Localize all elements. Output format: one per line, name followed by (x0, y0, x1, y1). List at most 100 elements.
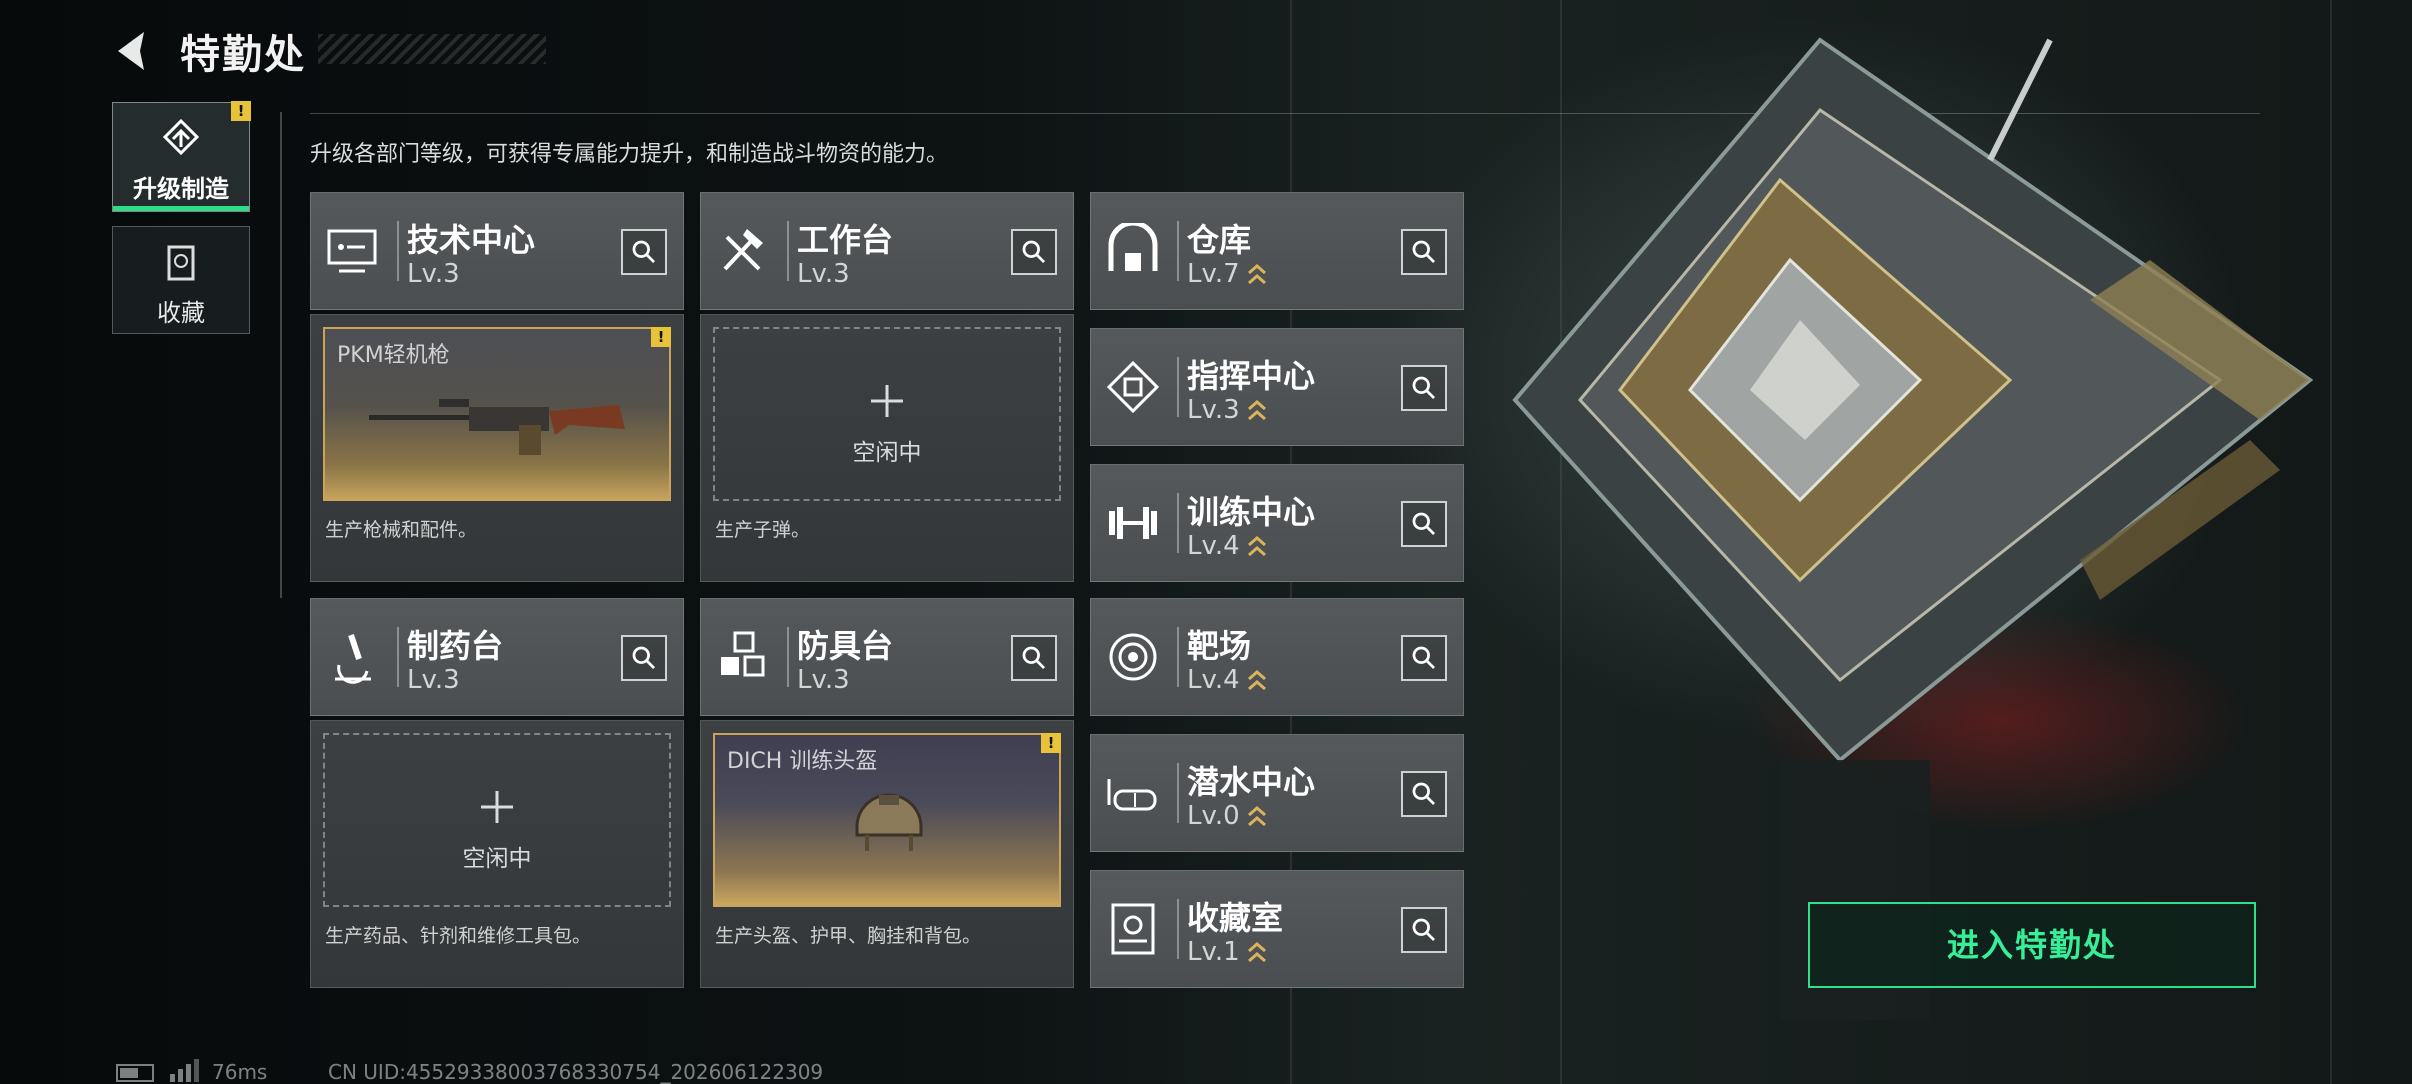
enter-special-ops-button[interactable]: 进入特勤处 (1808, 902, 2256, 988)
alert-badge: ! (231, 101, 251, 121)
divider (1177, 763, 1179, 823)
dept-level: Lv.3 (407, 665, 460, 695)
production-slot-empty[interactable]: 空闲中 (323, 733, 671, 907)
search-icon[interactable] (1011, 635, 1057, 681)
tab-label: 收藏 (157, 299, 205, 327)
back-arrow-icon[interactable] (110, 28, 156, 74)
alert-badge: ! (1041, 733, 1061, 753)
command-chip-icon (1106, 360, 1160, 414)
ping-text: 76ms (212, 1060, 268, 1084)
dept-card-workbench[interactable]: 工作台 Lv.3 (700, 192, 1074, 310)
dept-level: Lv.1 (1187, 937, 1240, 967)
item-name: DICH 训练头盔 (727, 749, 878, 774)
upgrade-chevron-icon (1248, 536, 1266, 557)
upgrade-craft-icon (162, 118, 200, 156)
dept-panel-tech-center: PKM轻机枪 ! 生产枪械和配件。 (310, 314, 684, 582)
dept-name: 训练中心 (1187, 493, 1316, 531)
divider (1177, 493, 1179, 553)
dept-level: Lv.4 (1187, 531, 1240, 561)
dept-panel-pharmacy: 空闲中 生产药品、针剂和维修工具包。 (310, 720, 684, 988)
dept-level: Lv.0 (1187, 801, 1240, 831)
dept-card-warehouse[interactable]: 仓库 Lv.7 (1090, 192, 1464, 310)
divider (787, 627, 789, 687)
dept-name: 潜水中心 (1187, 763, 1316, 801)
description-text: 升级各部门等级，可获得专属能力提升，和制造战斗物资的能力。 (310, 142, 949, 167)
dept-name: 防具台 (797, 627, 894, 665)
dept-panel-armor-bench: DICH 训练头盔 ! 生产头盔、护甲、胸挂和背包。 (700, 720, 1074, 988)
dept-card-armor-bench[interactable]: 防具台 Lv.3 (700, 598, 1074, 716)
upgrade-chevron-icon (1248, 670, 1266, 691)
dept-name: 制药台 (407, 627, 504, 665)
divider (787, 221, 789, 281)
dept-panel-workbench: 空闲中 生产子弹。 (700, 314, 1074, 582)
search-icon[interactable] (1401, 635, 1447, 681)
dept-name: 技术中心 (407, 221, 536, 259)
dept-card-pharmacy[interactable]: 制药台 Lv.3 (310, 598, 684, 716)
dept-level: Lv.4 (1187, 665, 1240, 695)
dept-name: 仓库 (1187, 221, 1252, 259)
search-icon[interactable] (1011, 229, 1057, 275)
production-slot[interactable]: DICH 训练头盔 ! (713, 733, 1061, 907)
diving-mask-icon (1107, 779, 1157, 811)
dept-name: 收藏室 (1187, 899, 1284, 937)
divider (397, 221, 399, 281)
dumbbell-icon (1109, 507, 1157, 539)
helmet-icon (855, 793, 923, 851)
search-icon[interactable] (1401, 771, 1447, 817)
upgrade-chevron-icon (1248, 264, 1266, 285)
monitor-icon (327, 229, 377, 273)
dept-card-training-center[interactable]: 训练中心 Lv.4 (1090, 464, 1464, 582)
divider (1177, 357, 1179, 417)
plus-icon (481, 791, 513, 823)
page-title: 特勤处 (180, 32, 306, 78)
upgrade-chevron-icon (1248, 400, 1266, 421)
search-icon[interactable] (621, 635, 667, 681)
armor-cubes-icon (721, 631, 765, 677)
tab-collection[interactable]: 收藏 (112, 226, 250, 334)
dept-card-command-center[interactable]: 指挥中心 Lv.3 (1090, 328, 1464, 446)
divider (1177, 627, 1179, 687)
search-icon[interactable] (1401, 501, 1447, 547)
dept-name: 指挥中心 (1187, 357, 1316, 395)
dept-level: Lv.7 (1187, 259, 1240, 289)
production-slot[interactable]: PKM轻机枪 ! (323, 327, 671, 501)
divider (397, 627, 399, 687)
machine-gun-icon (369, 399, 625, 455)
slot-status: 空闲中 (462, 846, 532, 872)
search-icon[interactable] (1401, 365, 1447, 411)
search-icon[interactable] (621, 229, 667, 275)
dept-card-collection-room[interactable]: 收藏室 Lv.1 (1090, 870, 1464, 988)
signal-icon (170, 1059, 199, 1082)
divider (1177, 899, 1179, 959)
uid-text: CN UID:4552933800376833075​4_20260612230… (328, 1060, 824, 1084)
slot-status: 空闲中 (852, 440, 922, 466)
collection-icon (167, 245, 195, 281)
upgrade-chevron-icon (1248, 806, 1266, 827)
warehouse-icon (1108, 223, 1158, 271)
trophy-case-icon (1111, 903, 1155, 955)
dept-name: 靶场 (1187, 627, 1252, 665)
battery-icon (116, 1064, 154, 1082)
production-slot-empty[interactable]: 空闲中 (713, 327, 1061, 501)
tab-upgrade-craft[interactable]: 升级制造 ! (112, 101, 251, 212)
alert-badge: ! (651, 327, 671, 347)
item-name: PKM轻机枪 (337, 343, 450, 368)
microscope-icon (335, 634, 371, 684)
dept-desc: 生产枪械和配件。 (325, 519, 478, 541)
dept-level: Lv.3 (407, 259, 460, 289)
search-icon[interactable] (1401, 907, 1447, 953)
target-icon (1109, 633, 1157, 681)
tab-label: 升级制造 (133, 175, 229, 203)
search-icon[interactable] (1401, 229, 1447, 275)
dept-desc: 生产子弹。 (715, 519, 811, 541)
dept-card-tech-center[interactable]: 技术中心 Lv.3 (310, 192, 684, 310)
active-tab-indicator (113, 206, 249, 211)
dept-card-diving-center[interactable]: 潜水中心 Lv.0 (1090, 734, 1464, 852)
dept-level: Lv.3 (797, 665, 850, 695)
dept-desc: 生产头盔、护甲、胸挂和背包。 (715, 925, 982, 947)
dept-desc: 生产药品、针剂和维修工具包。 (325, 925, 592, 947)
dept-name: 工作台 (797, 221, 894, 259)
upgrade-chevron-icon (1248, 942, 1266, 963)
plus-icon (871, 385, 903, 417)
dept-card-shooting-range[interactable]: 靶场 Lv.4 (1090, 598, 1464, 716)
